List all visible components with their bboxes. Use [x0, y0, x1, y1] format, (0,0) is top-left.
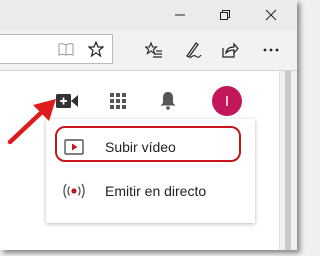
- web-note-pen-icon[interactable]: [180, 37, 206, 63]
- browser-toolbar: [0, 30, 297, 71]
- restore-icon: [220, 10, 230, 20]
- scrollbar[interactable]: [279, 71, 297, 250]
- minimize-button[interactable]: [160, 0, 200, 30]
- scrollbar-thumb[interactable]: [285, 71, 291, 250]
- close-button[interactable]: [251, 0, 291, 30]
- title-bar: [0, 0, 297, 30]
- favorites-hub-icon[interactable]: [141, 37, 167, 63]
- menu-item-label: Emitir en directo: [105, 183, 207, 199]
- share-icon[interactable]: [217, 37, 243, 63]
- favorite-star-icon[interactable]: [83, 36, 109, 62]
- highlight-outline: [55, 126, 241, 162]
- create-dropdown-menu: Subir vídeo Emitir en directo: [46, 119, 255, 223]
- reading-view-icon[interactable]: [53, 36, 79, 62]
- notifications-bell-icon[interactable]: [155, 87, 181, 113]
- restore-button[interactable]: [205, 0, 245, 30]
- red-arrow-icon: [7, 99, 56, 145]
- live-broadcast-icon: [62, 181, 86, 201]
- avatar-initial: I: [224, 92, 230, 110]
- more-options-icon[interactable]: [258, 37, 284, 63]
- avatar[interactable]: I: [212, 86, 242, 116]
- close-icon: [265, 9, 277, 21]
- browser-window: I Subir vídeo Emitir en directo: [0, 0, 297, 250]
- minimize-icon: [175, 14, 185, 16]
- menu-item-go-live[interactable]: Emitir en directo: [46, 171, 255, 211]
- apps-grid-icon[interactable]: [105, 88, 131, 114]
- address-bar[interactable]: [0, 34, 113, 64]
